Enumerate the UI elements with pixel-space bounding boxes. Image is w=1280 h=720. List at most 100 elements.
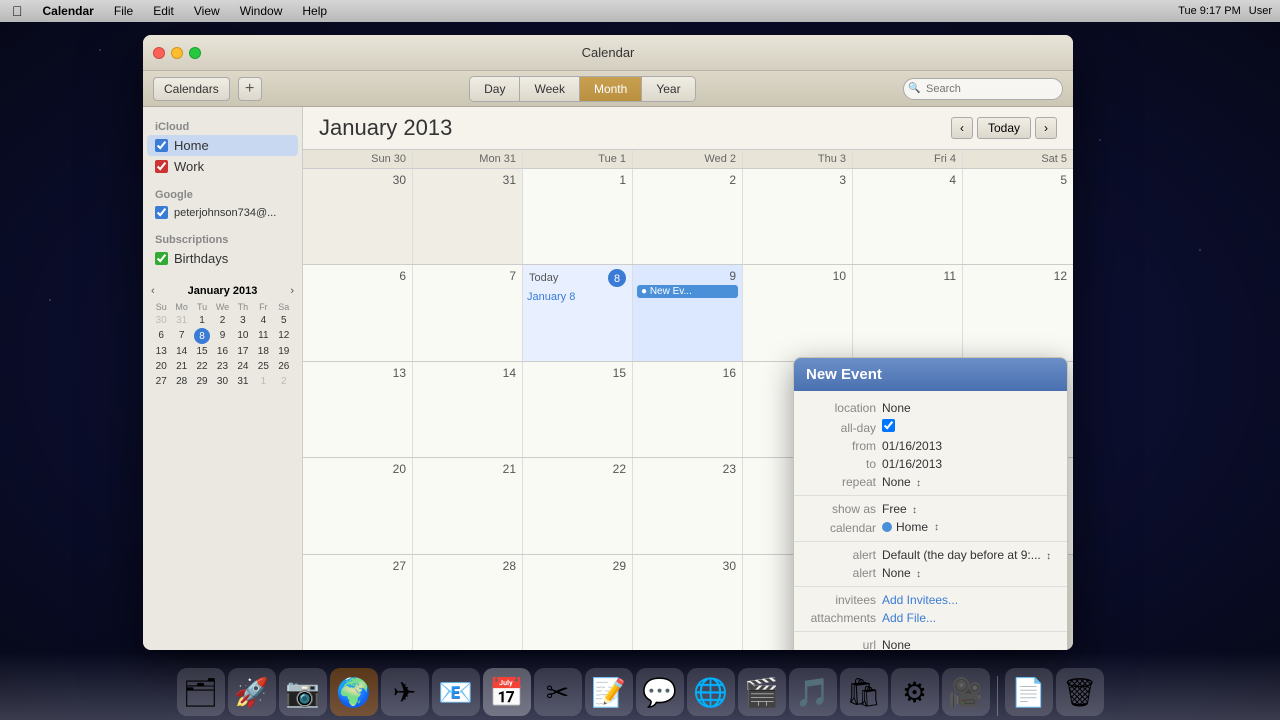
dock-systemprefs[interactable]: ⚙ (891, 668, 939, 716)
mini-day[interactable]: 23 (212, 359, 232, 374)
dock-itunes[interactable]: 🎵 (789, 668, 837, 716)
work-checkbox[interactable] (155, 160, 168, 173)
menubar-file[interactable]: File (110, 4, 137, 18)
home-checkbox[interactable] (155, 139, 168, 152)
cell-28[interactable]: 28 (413, 555, 523, 650)
menubar-help[interactable]: Help (298, 4, 331, 18)
sidebar-item-google[interactable]: peterjohnson734@... (143, 203, 302, 222)
close-button[interactable] (153, 47, 165, 59)
view-month-button[interactable]: Month (580, 77, 642, 101)
dock-launchpad[interactable]: 🚀 (228, 668, 276, 716)
mini-day[interactable]: 3 (233, 313, 253, 328)
search-input[interactable] (903, 78, 1063, 100)
mini-day[interactable]: 11 (253, 328, 273, 344)
cell-1[interactable]: 1 (523, 169, 633, 264)
mini-day[interactable]: 2 (212, 313, 232, 328)
alert1-dropdown-icon[interactable]: ↕ (1046, 551, 1051, 562)
cell-7[interactable]: 7 (413, 265, 523, 360)
mini-day[interactable]: 19 (274, 344, 294, 359)
mini-day[interactable]: 10 (233, 328, 253, 344)
mini-day[interactable]: 4 (253, 313, 273, 328)
menubar-view[interactable]: View (190, 4, 224, 18)
showas-dropdown-icon[interactable]: ↕ (912, 505, 917, 516)
view-day-button[interactable]: Day (470, 77, 520, 101)
mini-day[interactable]: 30 (212, 374, 232, 389)
sidebar-item-work[interactable]: Work (143, 156, 302, 177)
cell-31[interactable]: 31 (413, 169, 523, 264)
mini-day[interactable]: 24 (233, 359, 253, 374)
mini-day[interactable]: 25 (253, 359, 273, 374)
cell-23[interactable]: 23 (633, 458, 743, 553)
cell-30[interactable]: 30 (303, 169, 413, 264)
mini-day[interactable]: 20 (151, 359, 171, 374)
attachments-value[interactable]: Add File... (882, 611, 1055, 625)
mini-day[interactable]: 27 (151, 374, 171, 389)
mini-day[interactable]: 30 (151, 313, 171, 328)
cell-10[interactable]: 10 (743, 265, 853, 360)
cell-27[interactable]: 27 (303, 555, 413, 650)
dock-quicktime[interactable]: 🎥 (942, 668, 990, 716)
dock-firefox[interactable]: 🌍 (330, 668, 378, 716)
cell-4[interactable]: 4 (853, 169, 963, 264)
cell-16[interactable]: 16 (633, 362, 743, 457)
cell-14[interactable]: 14 (413, 362, 523, 457)
dock-appstore[interactable]: 🛍 (840, 668, 888, 716)
mini-cal-prev[interactable]: ‹ (151, 285, 155, 297)
cell-30b[interactable]: 30 (633, 555, 743, 650)
google-checkbox[interactable] (155, 206, 168, 219)
menubar-window[interactable]: Window (236, 4, 287, 18)
cell-3[interactable]: 3 (743, 169, 853, 264)
allday-checkbox[interactable] (882, 419, 895, 432)
mini-day[interactable]: 14 (171, 344, 191, 359)
cell-22[interactable]: 22 (523, 458, 633, 553)
dock-notes[interactable]: 📝 (585, 668, 633, 716)
dock-trash[interactable]: 🗑 (1056, 668, 1104, 716)
mini-day[interactable]: 9 (212, 328, 232, 344)
minimize-button[interactable] (171, 47, 183, 59)
dock-safari[interactable]: 🌐 (687, 668, 735, 716)
cal-today-button[interactable]: Today (977, 117, 1031, 139)
birthdays-checkbox[interactable] (155, 252, 168, 265)
cell-21[interactable]: 21 (413, 458, 523, 553)
mini-day[interactable]: 15 (192, 344, 212, 359)
dock-finder[interactable]: 🗂 (177, 668, 225, 716)
dock-calendar[interactable]: 📅 (483, 668, 531, 716)
mini-day[interactable]: 12 (274, 328, 294, 344)
mini-day[interactable]: 6 (151, 328, 171, 344)
cell-9[interactable]: 9 ● New Ev... (633, 265, 743, 360)
dock-dvd[interactable]: 🎬 (738, 668, 786, 716)
mini-day[interactable]: 17 (233, 344, 253, 359)
mini-day[interactable]: 26 (274, 359, 294, 374)
dock-mail[interactable]: 📧 (432, 668, 480, 716)
cell-15[interactable]: 15 (523, 362, 633, 457)
mini-day[interactable]: 13 (151, 344, 171, 359)
calendars-button[interactable]: Calendars (153, 77, 230, 101)
mini-day[interactable]: 22 (192, 359, 212, 374)
cell-12[interactable]: 12 (963, 265, 1073, 360)
sidebar-item-home[interactable]: Home (147, 135, 298, 156)
mini-cal-next[interactable]: › (290, 285, 294, 297)
view-year-button[interactable]: Year (642, 77, 694, 101)
view-week-button[interactable]: Week (520, 77, 579, 101)
mini-day[interactable]: 28 (171, 374, 191, 389)
cell-29[interactable]: 29 (523, 555, 633, 650)
add-calendar-button[interactable]: + (238, 77, 262, 101)
apple-menu[interactable]:  (8, 3, 27, 19)
mini-day[interactable]: 18 (253, 344, 273, 359)
cal-next-button[interactable]: › (1035, 117, 1057, 139)
mini-day[interactable]: 1 (253, 374, 273, 389)
dock-scissor[interactable]: ✂ (534, 668, 582, 716)
dock-messages[interactable]: 💬 (636, 668, 684, 716)
maximize-button[interactable] (189, 47, 201, 59)
dock-airdrop[interactable]: ✈ (381, 668, 429, 716)
cell-6[interactable]: 6 (303, 265, 413, 360)
mini-day[interactable]: 29 (192, 374, 212, 389)
cal-prev-button[interactable]: ‹ (951, 117, 973, 139)
mini-day[interactable]: 16 (212, 344, 232, 359)
cell-13[interactable]: 13 (303, 362, 413, 457)
mini-day-today[interactable]: 8 (194, 328, 210, 344)
menubar-app[interactable]: Calendar (39, 4, 98, 18)
cell-wed2[interactable]: 2 (633, 169, 743, 264)
invitees-value[interactable]: Add Invitees... (882, 593, 1055, 607)
cell-11[interactable]: 11 (853, 265, 963, 360)
